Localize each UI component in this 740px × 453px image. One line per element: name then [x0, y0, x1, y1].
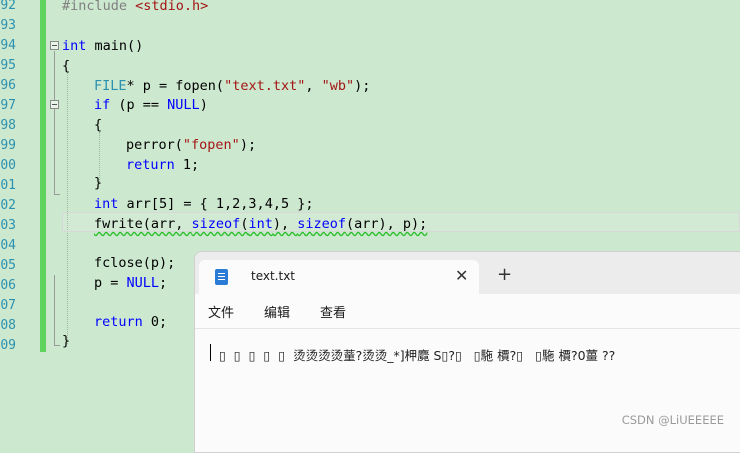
file-content: ▯ ▯ ▯ ▯ ▯ 烫烫烫烫蕫?烫烫_*]柙麑 S▯?▯ ▯駞 檟?▯ ▯駞 檟…: [211, 348, 616, 363]
code-line[interactable]: return 0;: [94, 312, 167, 332]
collapse-if-icon[interactable]: [50, 100, 59, 109]
line-number: 92: [0, 0, 16, 13]
code-line[interactable]: {: [94, 115, 102, 135]
line-number: 07: [0, 298, 16, 313]
code-line[interactable]: }: [94, 173, 102, 193]
code-line[interactable]: {: [62, 56, 70, 76]
code-line[interactable]: int main(): [62, 36, 143, 56]
menu-file[interactable]: 文件: [208, 302, 234, 321]
code-line[interactable]: fwrite(arr, sizeof(int), sizeof(arr), p)…: [94, 214, 427, 234]
watermark: CSDN @LiUEEEEE: [621, 413, 724, 427]
line-number: 93: [0, 18, 16, 33]
code-line[interactable]: p = NULL;: [94, 273, 167, 293]
fold-line-end: [54, 345, 60, 346]
tab-title: text.txt: [251, 269, 296, 283]
line-number-gutter: 92 93 94 95 96 97 98 99 00 01 02 03 04 0…: [0, 0, 40, 435]
tab-text-txt[interactable]: text.txt ✕: [199, 260, 479, 294]
line-number: 09: [0, 338, 16, 353]
fold-line-end: [54, 194, 60, 195]
menu-view[interactable]: 查看: [320, 302, 346, 321]
notepad-icon: [215, 269, 228, 285]
new-tab-button[interactable]: +: [497, 266, 512, 284]
line-number: 06: [0, 278, 16, 293]
text-editor-area[interactable]: ▯ ▯ ▯ ▯ ▯ 烫烫烫烫蕫?烫烫_*]柙麑 S▯?▯ ▯駞 檟?▯ ▯駞 檟…: [195, 329, 740, 452]
line-number: 01: [0, 178, 16, 193]
change-indicator-bar: [40, 0, 46, 352]
line-number: 98: [0, 118, 16, 133]
code-line[interactable]: perror("fopen");: [126, 135, 256, 155]
code-line[interactable]: #include <stdio.h>: [62, 0, 208, 16]
tab-bar: text.txt ✕ +: [195, 252, 740, 294]
line-number: 94: [0, 38, 16, 53]
close-tab-icon[interactable]: ✕: [455, 266, 468, 285]
line-number: 02: [0, 198, 16, 213]
line-number: 95: [0, 58, 16, 73]
line-number: 97: [0, 98, 16, 113]
code-line[interactable]: fclose(p);: [94, 253, 175, 273]
fold-line: [54, 110, 55, 190]
fold-line: [54, 275, 55, 345]
line-number: 99: [0, 138, 16, 153]
code-line[interactable]: return 1;: [126, 155, 199, 175]
line-number: 96: [0, 78, 16, 93]
line-number: 05: [0, 258, 16, 273]
line-number: 03: [0, 218, 16, 233]
code-line[interactable]: }: [62, 331, 70, 351]
collapse-main-icon[interactable]: [50, 41, 59, 50]
code-line[interactable]: int arr[5] = { 1,2,3,4,5 };: [94, 194, 313, 214]
menu-edit[interactable]: 编辑: [264, 302, 290, 321]
line-number: 04: [0, 238, 16, 253]
code-line[interactable]: if (p == NULL): [94, 95, 208, 115]
code-line[interactable]: FILE* p = fopen("text.txt", "wb");: [94, 76, 370, 96]
indent-guide: [67, 72, 68, 344]
line-number: 00: [0, 158, 16, 173]
menu-bar: 文件 编辑 查看: [195, 294, 740, 329]
line-number: 08: [0, 318, 16, 333]
